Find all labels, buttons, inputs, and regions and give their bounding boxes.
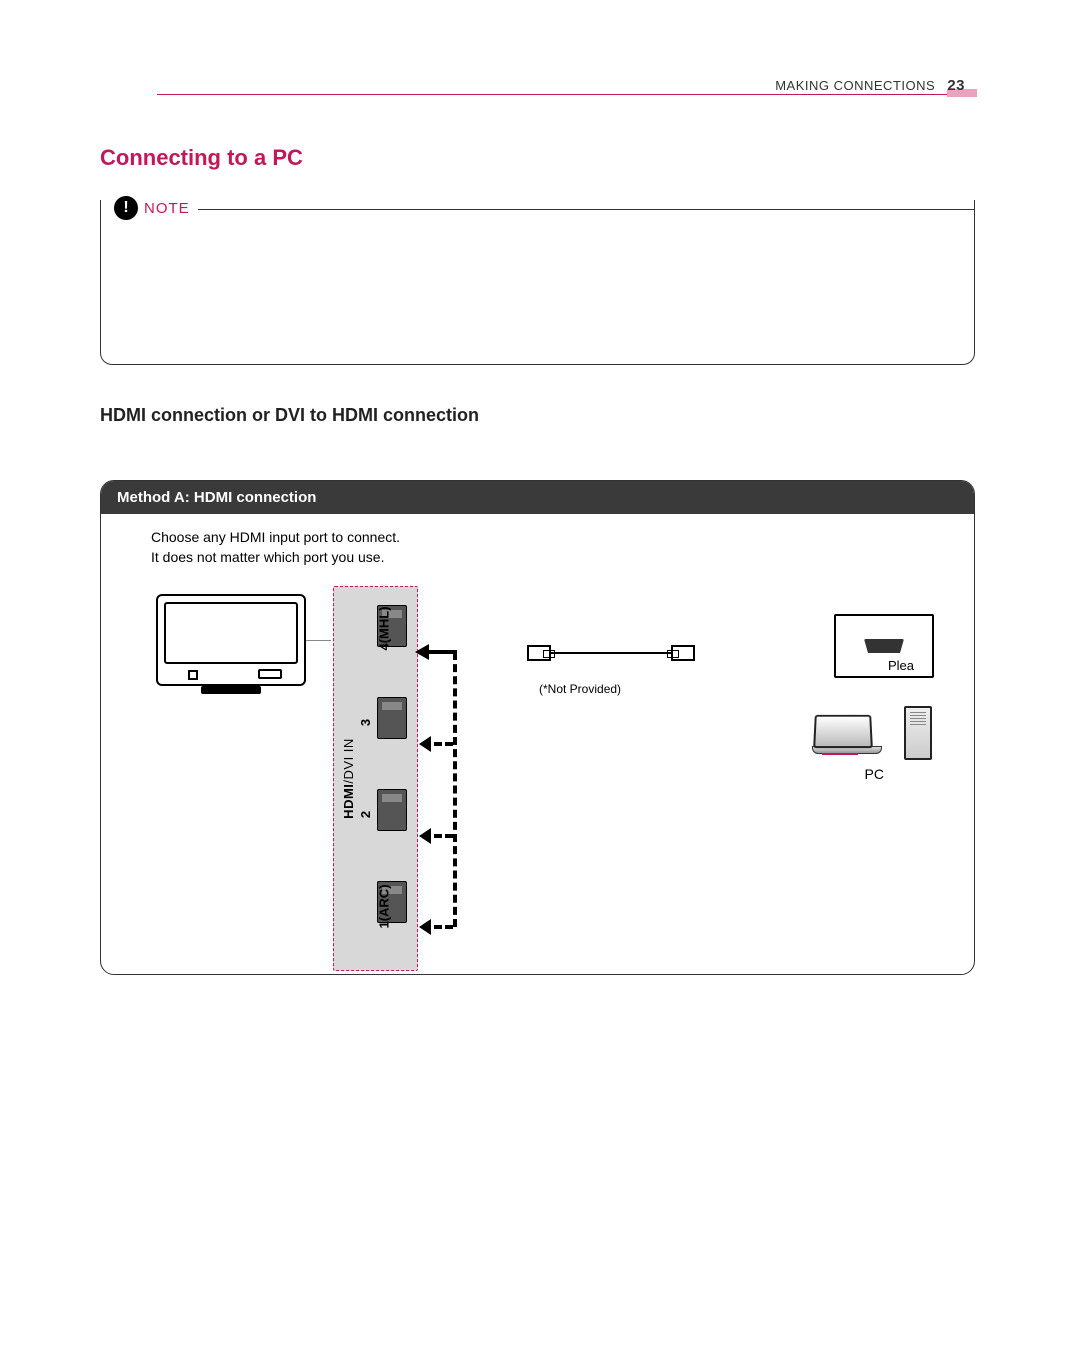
port-3-label: 3 — [358, 719, 373, 726]
laptop-icon — [812, 714, 882, 758]
header-divider — [157, 94, 977, 95]
hdmi-port-3-icon — [377, 697, 407, 739]
hdmi-output-box-icon — [834, 614, 934, 678]
instruction-line-1: Choose any HDMI input port to connect. — [151, 528, 954, 548]
hdmi-plug-left-icon — [527, 645, 551, 661]
page-title: Connecting to a PC — [100, 145, 303, 171]
tv-icon — [156, 594, 306, 686]
port-4-label: 4(MHL) — [377, 606, 392, 650]
panel-label-main: HDMI — [341, 784, 356, 819]
dashed-vertical-line — [453, 652, 457, 927]
method-a-panel: Method A: HDMI connection Choose any HDM… — [100, 480, 975, 975]
laptop-screen — [813, 715, 873, 748]
tv-port-icon — [188, 670, 198, 680]
dashed-arrow-3-icon — [423, 742, 453, 746]
hdmi-port-panel: HDMI/DVI IN 4(MHL) 3 2 1(ARC) — [333, 586, 418, 971]
port-2-label: 2 — [358, 811, 373, 818]
pc-label: PC — [865, 766, 884, 782]
hdmi-cable-icon — [531, 642, 691, 664]
section-name: MAKING CONNECTIONS — [775, 78, 935, 93]
dashed-arrow-1-icon — [423, 925, 453, 929]
method-header: Method A: HDMI connection — [101, 481, 974, 514]
exclamation-icon: ! — [114, 196, 138, 220]
note-box — [100, 200, 975, 365]
arrow-solid-icon — [419, 650, 457, 654]
hdmi-port-2-icon — [377, 789, 407, 831]
dashed-arrow-2-icon — [423, 834, 453, 838]
pc-devices-icon — [812, 706, 932, 766]
right-box-label: Plea — [888, 658, 914, 673]
hdmi-out-slot-icon — [864, 639, 904, 653]
instruction-line-2: It does not matter which port you use. — [151, 548, 954, 568]
panel-vertical-label: HDMI/DVI IN — [338, 587, 358, 970]
running-header: MAKING CONNECTIONS 23 — [775, 77, 965, 94]
cable-note: (*Not Provided) — [539, 682, 621, 696]
tv-slot-icon — [258, 669, 282, 679]
hdmi-plug-right-icon — [671, 645, 695, 661]
page-number: 23 — [947, 77, 965, 94]
cable-line — [551, 652, 671, 654]
tv-screen — [164, 602, 298, 664]
note-label: NOTE — [144, 200, 190, 217]
port-1-label: 1(ARC) — [377, 884, 392, 928]
note-legend: ! NOTE — [114, 196, 198, 220]
desktop-tower-icon — [904, 706, 932, 760]
callout-line — [306, 640, 331, 641]
subheading: HDMI connection or DVI to HDMI connectio… — [100, 405, 479, 426]
method-body: Choose any HDMI input port to connect. I… — [101, 514, 974, 973]
panel-label-sub: /DVI IN — [341, 738, 356, 783]
